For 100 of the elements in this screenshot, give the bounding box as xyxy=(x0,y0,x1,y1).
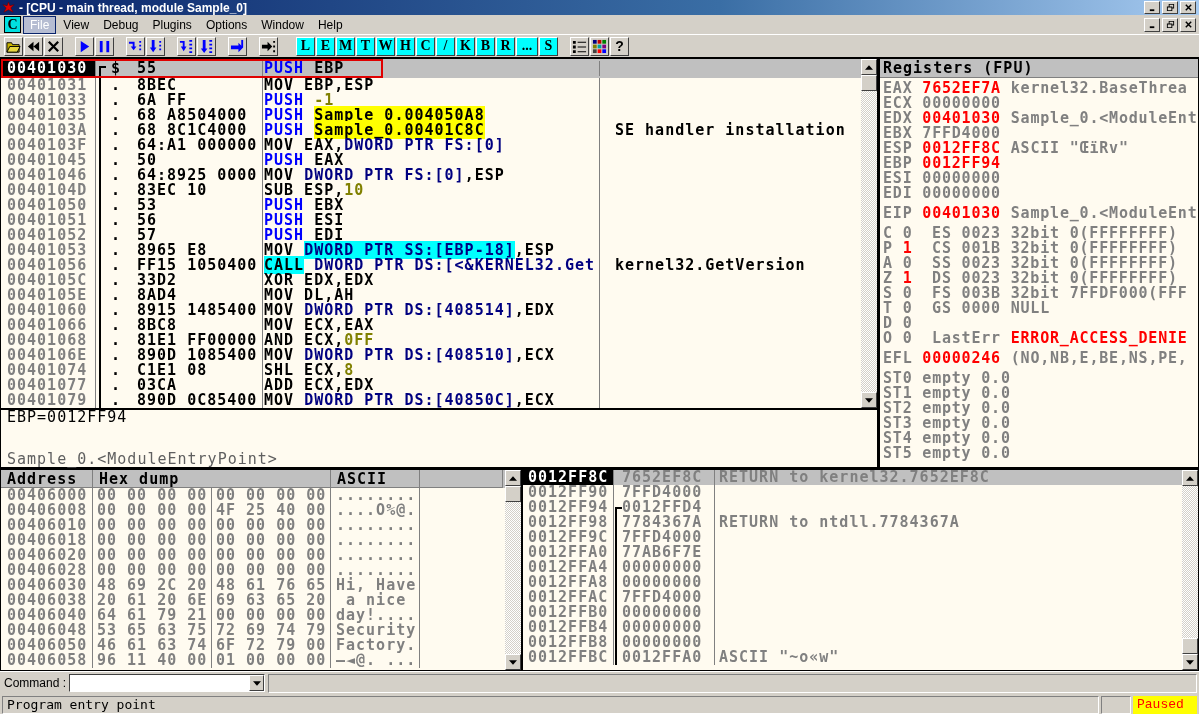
shortcut-button[interactable]: H xyxy=(396,36,415,56)
goto-button[interactable] xyxy=(259,36,278,56)
pause-button[interactable] xyxy=(95,36,114,56)
register-value[interactable]: empty 0.0 xyxy=(922,446,1011,461)
instruction: MOV EAX,DWORD PTR FS:[0] xyxy=(263,138,600,153)
shortcut-button[interactable]: / xyxy=(436,36,455,56)
register-value[interactable]: 00401030 xyxy=(922,206,1001,221)
hex-bytes: 00 00 00 00 xyxy=(93,548,212,563)
register-value[interactable]: empty 0.0 xyxy=(922,401,1011,416)
shortcut-button[interactable]: T xyxy=(356,36,375,56)
register-value[interactable]: 0 xyxy=(902,316,913,331)
step-into-button[interactable] xyxy=(126,36,145,56)
menu-item[interactable]: Window xyxy=(254,15,311,34)
shortcut-button[interactable]: ... xyxy=(516,36,538,56)
register-value[interactable]: empty 0.0 xyxy=(922,416,1011,431)
register-value[interactable]: 1 xyxy=(902,241,913,256)
dump-address: 00406028 xyxy=(1,563,93,578)
scroll-thumb[interactable] xyxy=(505,486,521,502)
register-value[interactable]: 00000000 xyxy=(922,171,1001,186)
stack-address: 0012FF90 xyxy=(523,485,614,500)
help-button[interactable]: ? xyxy=(610,36,629,56)
down-arrow-icon xyxy=(865,397,873,403)
colors-button[interactable] xyxy=(590,36,609,56)
menu-item[interactable]: Help xyxy=(310,15,350,34)
selected-row[interactable]: 00401030 $ 55 PUSH EBP xyxy=(1,59,861,78)
trace-over-button[interactable] xyxy=(197,36,216,56)
hex-bytes: 64 61 79 21 xyxy=(93,608,212,623)
dump-address: 00406018 xyxy=(1,533,93,548)
till-return-button[interactable] xyxy=(228,36,247,56)
register-comment: (NO,NB,E,BE,NS,PE, xyxy=(1010,351,1188,366)
register-name: ST4 xyxy=(883,431,913,446)
close-icon xyxy=(1183,3,1193,12)
register-value[interactable]: 7652EF7A xyxy=(922,81,1001,96)
register-value[interactable]: 00000000 xyxy=(922,96,1001,111)
shortcut-button[interactable]: W xyxy=(376,36,395,56)
register-value[interactable]: 0012FF8C xyxy=(922,141,1001,156)
shortcut-button[interactable]: L xyxy=(296,36,315,56)
hex-bytes: 64:A1 000000 xyxy=(137,138,263,153)
shortcut-button[interactable]: C xyxy=(416,36,435,56)
column-header[interactable]: Address xyxy=(1,470,93,488)
appearance-button[interactable] xyxy=(570,36,589,56)
shortcut-button[interactable]: B xyxy=(476,36,495,56)
menu-item[interactable]: View xyxy=(56,15,97,34)
shortcut-button[interactable]: S xyxy=(539,36,558,56)
shortcut-button[interactable]: R xyxy=(496,36,515,56)
pane-title[interactable]: Registers (FPU) xyxy=(880,59,1198,78)
scroll-thumb[interactable] xyxy=(1182,638,1198,654)
shortcut-button[interactable]: K xyxy=(456,36,475,56)
restore-button[interactable] xyxy=(1162,1,1178,14)
menu-item[interactable]: Debug xyxy=(96,15,146,34)
scrollbar[interactable] xyxy=(1182,470,1198,670)
close-button[interactable] xyxy=(1180,1,1196,14)
minimize-button[interactable] xyxy=(1144,17,1160,32)
register-value[interactable]: 0 xyxy=(902,286,913,301)
shortcut-button[interactable]: M xyxy=(336,36,355,56)
open-button[interactable] xyxy=(4,36,23,56)
restore-button[interactable] xyxy=(1162,17,1178,32)
hex-bytes: 00 00 00 00 xyxy=(212,533,331,548)
close-button[interactable] xyxy=(44,36,63,56)
trace-over-icon xyxy=(199,38,214,54)
run-button[interactable] xyxy=(75,36,94,56)
column-header[interactable]: Hex dump xyxy=(93,470,331,488)
minimize-button[interactable] xyxy=(1144,1,1160,14)
step-over-button[interactable] xyxy=(146,36,165,56)
scrollbar[interactable] xyxy=(505,470,521,670)
register-value[interactable]: 00401030 xyxy=(922,111,1001,126)
scroll-thumb[interactable] xyxy=(861,75,877,91)
register-value[interactable]: empty 0.0 xyxy=(922,386,1011,401)
trace-into-icon xyxy=(179,38,194,54)
shortcut-button[interactable]: E xyxy=(316,36,335,56)
register-value[interactable]: 0 xyxy=(902,256,913,271)
instruction: MOV DWORD PTR FS:[0],ESP xyxy=(263,168,600,183)
register-value[interactable]: 0012FF94 xyxy=(922,156,1001,171)
register-comment: Sample_0.<ModuleEnt xyxy=(1010,206,1198,221)
register-value[interactable]: 7FFD4000 xyxy=(922,126,1001,141)
menu-item[interactable]: Plugins xyxy=(145,15,199,34)
dump-address: 00406050 xyxy=(1,638,93,653)
menu-item[interactable]: Options xyxy=(198,15,255,34)
selected-row[interactable]: 0012FF8C 7652EF8C RETURN to kernel32.7652EF8C xyxy=(523,470,1182,485)
register-value[interactable]: empty 0.0 xyxy=(922,371,1011,386)
up-arrow-icon xyxy=(509,475,517,481)
command-field[interactable] xyxy=(69,674,266,692)
trace-into-button[interactable] xyxy=(177,36,196,56)
rewind-button[interactable] xyxy=(24,36,43,56)
code-comment: SE handler installation xyxy=(615,121,846,139)
register-value[interactable]: 0 xyxy=(902,331,913,346)
scrollbar[interactable] xyxy=(861,59,877,408)
close-button[interactable] xyxy=(1180,17,1196,32)
hex-bytes: 00 00 00 00 xyxy=(93,503,212,518)
register-value[interactable]: empty 0.0 xyxy=(922,431,1011,446)
register-value[interactable]: 00000000 xyxy=(922,186,1001,201)
register-comment: ERROR_ACCESS_DENIE xyxy=(1010,331,1188,346)
up-arrow-icon xyxy=(1186,475,1194,481)
register-value[interactable]: 1 xyxy=(902,271,913,286)
register-value[interactable]: 0 xyxy=(902,226,913,241)
column-header[interactable]: ASCII xyxy=(331,470,420,488)
register-value[interactable]: 00000246 xyxy=(922,351,1001,366)
register-value[interactable]: 0 xyxy=(902,301,913,316)
restore-icon xyxy=(1165,20,1175,29)
instruction: SHL ECX,8 xyxy=(263,363,600,378)
